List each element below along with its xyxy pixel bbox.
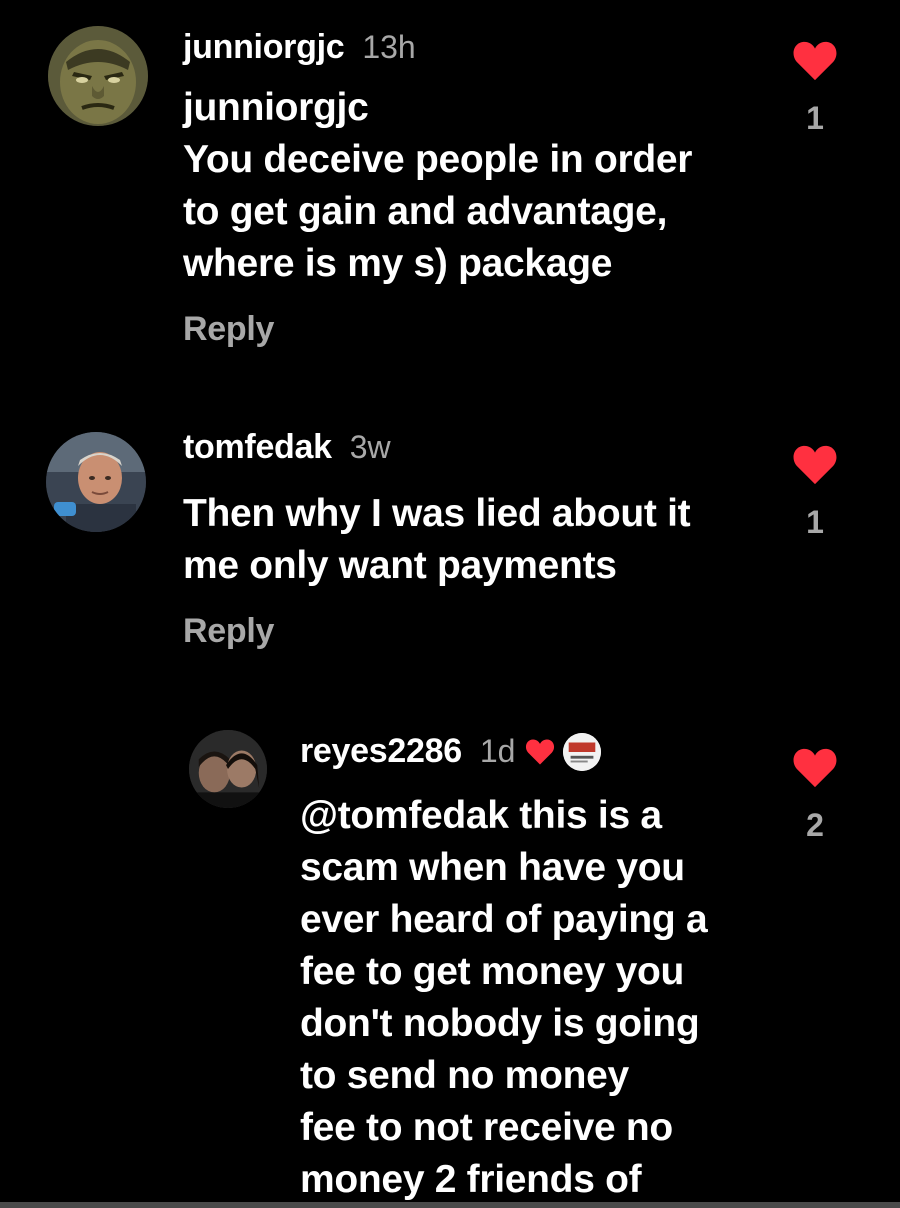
like-button[interactable]: 1 <box>791 40 839 137</box>
like-count: 1 <box>806 100 824 136</box>
comment-line: where is my s) package <box>183 242 613 285</box>
two-people-avatar-icon <box>189 730 267 808</box>
comment-timestamp: 13h <box>362 29 416 65</box>
avatar[interactable] <box>48 26 148 126</box>
older-man-avatar-icon <box>46 432 146 532</box>
comment-line: junniorgjc <box>183 86 369 129</box>
comment-text: Then why I was lied about it me only wan… <box>183 488 691 592</box>
heart-icon <box>793 748 837 788</box>
mention-link[interactable]: @tomfedak <box>300 794 509 837</box>
creator-avatar-icon <box>563 732 602 771</box>
heart-icon <box>793 445 837 485</box>
avatar[interactable] <box>46 432 146 532</box>
comment-line: scam when have you <box>300 846 685 889</box>
liked-by-creator-heart-icon <box>526 739 555 764</box>
hulk-face-avatar-icon <box>48 26 148 126</box>
like-count: 1 <box>806 504 824 540</box>
comment-timestamp: 1d <box>479 733 516 769</box>
comment-line: money 2 friends of <box>300 1158 642 1201</box>
comment-text: junniorgjc You deceive people in order t… <box>183 82 692 290</box>
comment-line: @tomfedak this is a <box>300 790 707 842</box>
comment-line: me only want payments <box>183 544 617 587</box>
comment-line: ever heard of paying a <box>300 898 708 941</box>
comment-line: fee to not receive no <box>300 1106 673 1149</box>
like-count: 2 <box>806 807 824 843</box>
comment-username[interactable]: tomfedak <box>183 428 332 467</box>
comment-text: @tomfedak this is a scam when have you e… <box>300 790 708 1206</box>
comment-line: to get gain and advantage, <box>183 190 668 233</box>
comment-line: to send no money <box>300 1054 629 1097</box>
comment-line-text: this is a <box>508 794 662 837</box>
avatar[interactable] <box>189 730 267 808</box>
comment-line: Then why I was lied about it <box>183 492 691 535</box>
reply-button[interactable]: Reply <box>183 612 274 651</box>
comment-username[interactable]: junniorgjc <box>183 28 345 67</box>
like-button[interactable]: 1 <box>791 444 839 541</box>
scroll-edge-divider <box>0 1202 900 1208</box>
comment-line: fee to get money you <box>300 950 685 993</box>
comment-username[interactable]: reyes2286 <box>300 732 462 771</box>
comment-line: You deceive people in order <box>183 138 693 181</box>
comment-timestamp: 3w <box>349 429 391 465</box>
reply-button[interactable]: Reply <box>183 310 274 349</box>
comment-line: don't nobody is going <box>300 1002 700 1045</box>
like-button[interactable]: 2 <box>791 747 839 844</box>
heart-icon <box>793 41 837 81</box>
